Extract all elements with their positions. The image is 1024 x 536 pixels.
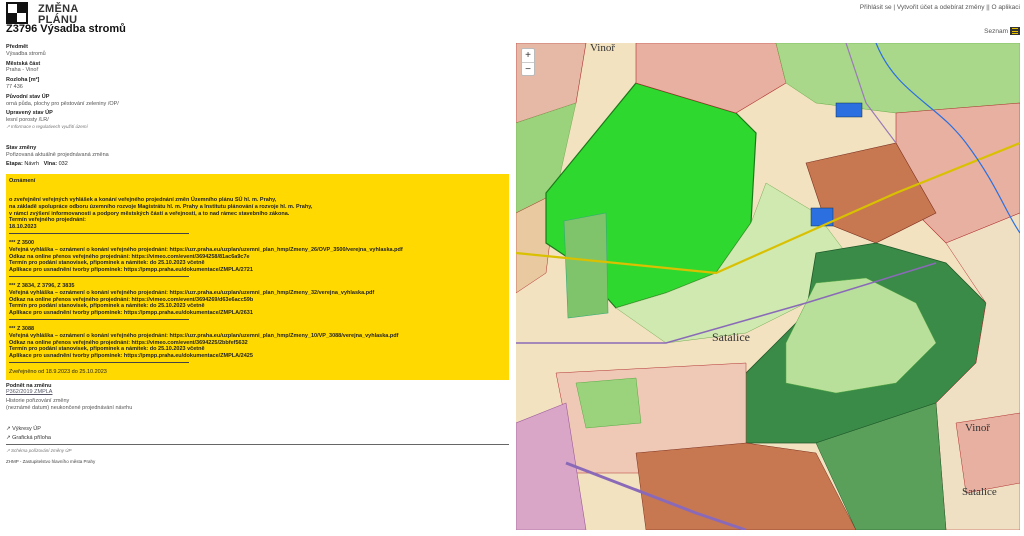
published-range: Zveřejněno od 18.9.2023 do 25.10.2023 (9, 368, 107, 375)
notice-block-head: *** Z 3834, Z 3796, Z 3835 (9, 282, 75, 289)
notice-box: Oznámení o zveřejnění veřejných vyhlášek… (6, 174, 509, 380)
stage-value: Návrh (24, 161, 40, 168)
district-value: Praha - Vinoř (6, 67, 39, 74)
subject-label: Předmět (6, 44, 29, 50)
divider (9, 275, 189, 277)
history-value: (neznámé datum) neukončené projednávání … (6, 405, 133, 412)
proposal-label: Podnět na změnu (6, 382, 52, 389)
about-link[interactable]: O aplikaci (991, 4, 1020, 11)
notice-block-line: Termín pro podání stanovisek, připomínek… (9, 260, 205, 267)
notice-block-line[interactable]: Aplikace pro usnadnění tvorby připomínek… (9, 267, 506, 274)
notice-intro-line: 18.10.2023 (9, 224, 37, 231)
notice-block-line: Termín pro podání stanovisek, připomínek… (9, 346, 205, 353)
map-canvas[interactable] (516, 43, 1020, 530)
list-icon[interactable] (1010, 27, 1020, 35)
place-label-satalice: Satalice (962, 486, 997, 498)
scheme-link[interactable]: ↗ Schéma pořizování změny ÚP (6, 448, 509, 455)
login-link[interactable]: Přihlásit se (860, 4, 892, 11)
regulations-link[interactable]: ↗ Informace o regulativech využití území (6, 124, 509, 131)
notice-block-line[interactable]: Odkaz na online přenos veřejného projedn… (9, 297, 506, 304)
parcel-water (835, 102, 863, 118)
new-state-label: Upravený stav ÚP (6, 110, 53, 117)
notice-title: Oznámení (9, 178, 36, 185)
wave-value: 032 (58, 161, 68, 168)
notice-block-line: Termín pro podání stanovisek, připomínek… (9, 303, 205, 310)
map-view[interactable] (516, 43, 1020, 530)
area-value: 77 436 (6, 83, 23, 90)
change-state-label: Stav změny (6, 144, 37, 151)
stage-label: Etapa: (6, 161, 23, 168)
divider (6, 444, 509, 446)
divider (9, 232, 189, 234)
subject-value: Výsadba stromů (6, 50, 46, 57)
notice-intro-line: o zveřejnění veřejných vyhlášek a konání… (9, 196, 277, 203)
zoom-in-button[interactable]: + (522, 49, 534, 62)
logo[interactable] (6, 2, 28, 24)
zoom-control: + − (521, 48, 535, 76)
original-state-value: orná půda, plochy pro pěstování zeleniny… (6, 100, 119, 107)
wave-label: Vlna: (43, 161, 58, 168)
notice-intro-line: Termín veřejného projednání: (9, 217, 86, 224)
district-label: Městská část (6, 60, 41, 67)
change-state-value: Pořizovaná aktuálně projednávaná změna (6, 151, 109, 158)
proposal-link[interactable]: P362/2019 ZMPLA (6, 389, 52, 395)
create-account-link[interactable]: Vytvořit účet a odebírat změny (897, 4, 985, 11)
stage-row: Etapa: Návrh Vlna: 032 (6, 161, 509, 168)
top-nav: Přihlásit se | Vytvořit účet a odebírat … (860, 4, 1020, 11)
divider (9, 318, 189, 320)
notice-block-line[interactable]: Aplikace pro usnadnění tvorby připomínek… (9, 353, 506, 360)
notice-block-line[interactable]: Odkaz na online přenos veřejného projedn… (9, 340, 506, 347)
area-label: Rozloha [m²] (6, 77, 40, 84)
notice-block-line[interactable]: Veřejná vyhláška – oznámení o konání veř… (9, 290, 506, 297)
place-label-vinor: Vinoř (965, 422, 991, 434)
divider (9, 361, 189, 363)
notice-intro-line: na základě spolupráce odboru územního ro… (9, 203, 313, 210)
zoom-out-button[interactable]: − (522, 62, 534, 75)
extracts-link[interactable]: ↗ Výkresy ÚP (6, 426, 509, 433)
detail-panel: Předmět Výsadba stromů Městská část Prah… (6, 44, 509, 480)
place-label-satalice: Satalice (712, 330, 750, 344)
notice-block-line[interactable]: Odkaz na online přenos veřejného projedn… (9, 254, 506, 261)
notice-block-head: *** Z 3088 (9, 325, 35, 332)
notice-block-line[interactable]: Aplikace pro usnadnění tvorby připomínek… (9, 310, 506, 317)
graphic-attachment-link[interactable]: ↗ Grafická příloha (6, 435, 509, 442)
notice-block-line[interactable]: Veřejná vyhláška – oznámení o konání veř… (9, 333, 506, 340)
history-label: Historie pořizování změny (6, 398, 70, 405)
original-state-label: Původní stav ÚP (6, 93, 50, 100)
notice-block-line[interactable]: Veřejná vyhláška – oznámení o konání veř… (9, 247, 506, 254)
new-state-value: lesní porosty /LR/ (6, 117, 49, 124)
notice-intro-line: v rámci zvýšení informovanosti a podpory… (9, 210, 290, 217)
page-title: Z3796 Výsadba stromů (6, 23, 126, 35)
list-link[interactable]: Seznam (984, 28, 1008, 35)
authority-note: ZHMP - Zastupitelstvo hlavního města Pra… (6, 459, 96, 465)
parcel-meadow (575, 377, 642, 429)
notice-block-head: *** Z 3500 (9, 239, 35, 246)
parcel-orchard (563, 212, 609, 319)
place-label-vinor: Vinoř (590, 42, 616, 54)
